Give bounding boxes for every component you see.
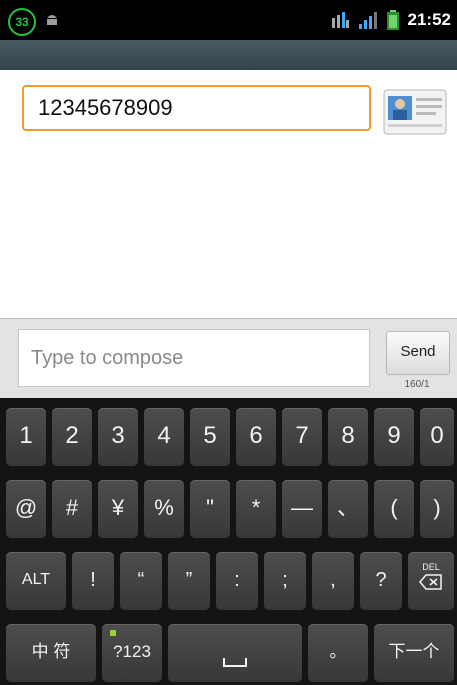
compose-input[interactable]: Type to compose xyxy=(18,329,370,387)
delete-key[interactable]: DEL xyxy=(408,552,454,610)
key-7[interactable]: 7 xyxy=(282,408,322,466)
key-percent[interactable]: % xyxy=(144,480,184,538)
battery-icon xyxy=(386,10,399,30)
soft-keyboard: 1 2 3 4 5 6 7 8 9 0 @ # ¥ % " * — 、 ( ) … xyxy=(0,398,457,685)
key-2[interactable]: 2 xyxy=(52,408,92,466)
key-3[interactable]: 3 xyxy=(98,408,138,466)
key-alt[interactable]: ALT xyxy=(6,552,66,610)
delete-key-label: DEL xyxy=(422,562,440,572)
character-counter: 160/1 xyxy=(404,379,430,390)
key-hash[interactable]: # xyxy=(52,480,92,538)
clock: 21:52 xyxy=(407,10,451,29)
key-exclaim[interactable]: ! xyxy=(72,552,114,610)
key-dash[interactable]: — xyxy=(282,480,322,538)
title-strip xyxy=(0,40,457,70)
bluetooth-icon xyxy=(331,12,349,28)
signal-icon xyxy=(358,12,377,29)
key-open-paren[interactable]: ( xyxy=(374,480,414,538)
key-0[interactable]: 0 xyxy=(420,408,454,466)
notification-count-badge: 33 xyxy=(8,8,36,36)
space-key[interactable] xyxy=(168,624,302,682)
key-period[interactable]: 。 xyxy=(308,624,368,682)
key-close-paren[interactable]: ) xyxy=(420,480,454,538)
key-at[interactable]: @ xyxy=(6,480,46,538)
key-left-quote[interactable]: “ xyxy=(120,552,162,610)
status-bar: 33 21:52 xyxy=(0,0,457,40)
key-semicolon[interactable]: ; xyxy=(264,552,306,610)
key-9[interactable]: 9 xyxy=(374,408,414,466)
key-comma[interactable]: , xyxy=(312,552,354,610)
key-4[interactable]: 4 xyxy=(144,408,184,466)
key-question[interactable]: ? xyxy=(360,552,402,610)
key-asterisk[interactable]: * xyxy=(236,480,276,538)
send-button[interactable]: Send xyxy=(386,331,450,375)
key-5[interactable]: 5 xyxy=(190,408,230,466)
key-1[interactable]: 1 xyxy=(6,408,46,466)
key-colon[interactable]: : xyxy=(216,552,258,610)
key-right-quote[interactable]: ” xyxy=(168,552,210,610)
key-yen[interactable]: ¥ xyxy=(98,480,138,538)
contact-card-icon[interactable] xyxy=(382,88,448,136)
compose-bar: Type to compose Send 160/1 xyxy=(0,318,457,399)
mode-indicator-dot xyxy=(110,630,116,636)
key-next[interactable]: 下一个 xyxy=(374,624,454,682)
space-bar-icon xyxy=(223,658,247,667)
key-8[interactable]: 8 xyxy=(328,408,368,466)
key-ideographic-comma[interactable]: 、 xyxy=(328,480,368,538)
key-numeric-mode-label: ?123 xyxy=(113,642,151,661)
key-quote[interactable]: " xyxy=(190,480,230,538)
key-chinese-symbols[interactable]: 中 符 xyxy=(6,624,96,682)
key-numeric-mode[interactable]: ?123 xyxy=(102,624,162,682)
backspace-icon xyxy=(419,574,442,590)
recipient-field[interactable]: 12345678909 xyxy=(22,85,371,131)
android-icon xyxy=(47,15,57,25)
key-6[interactable]: 6 xyxy=(236,408,276,466)
